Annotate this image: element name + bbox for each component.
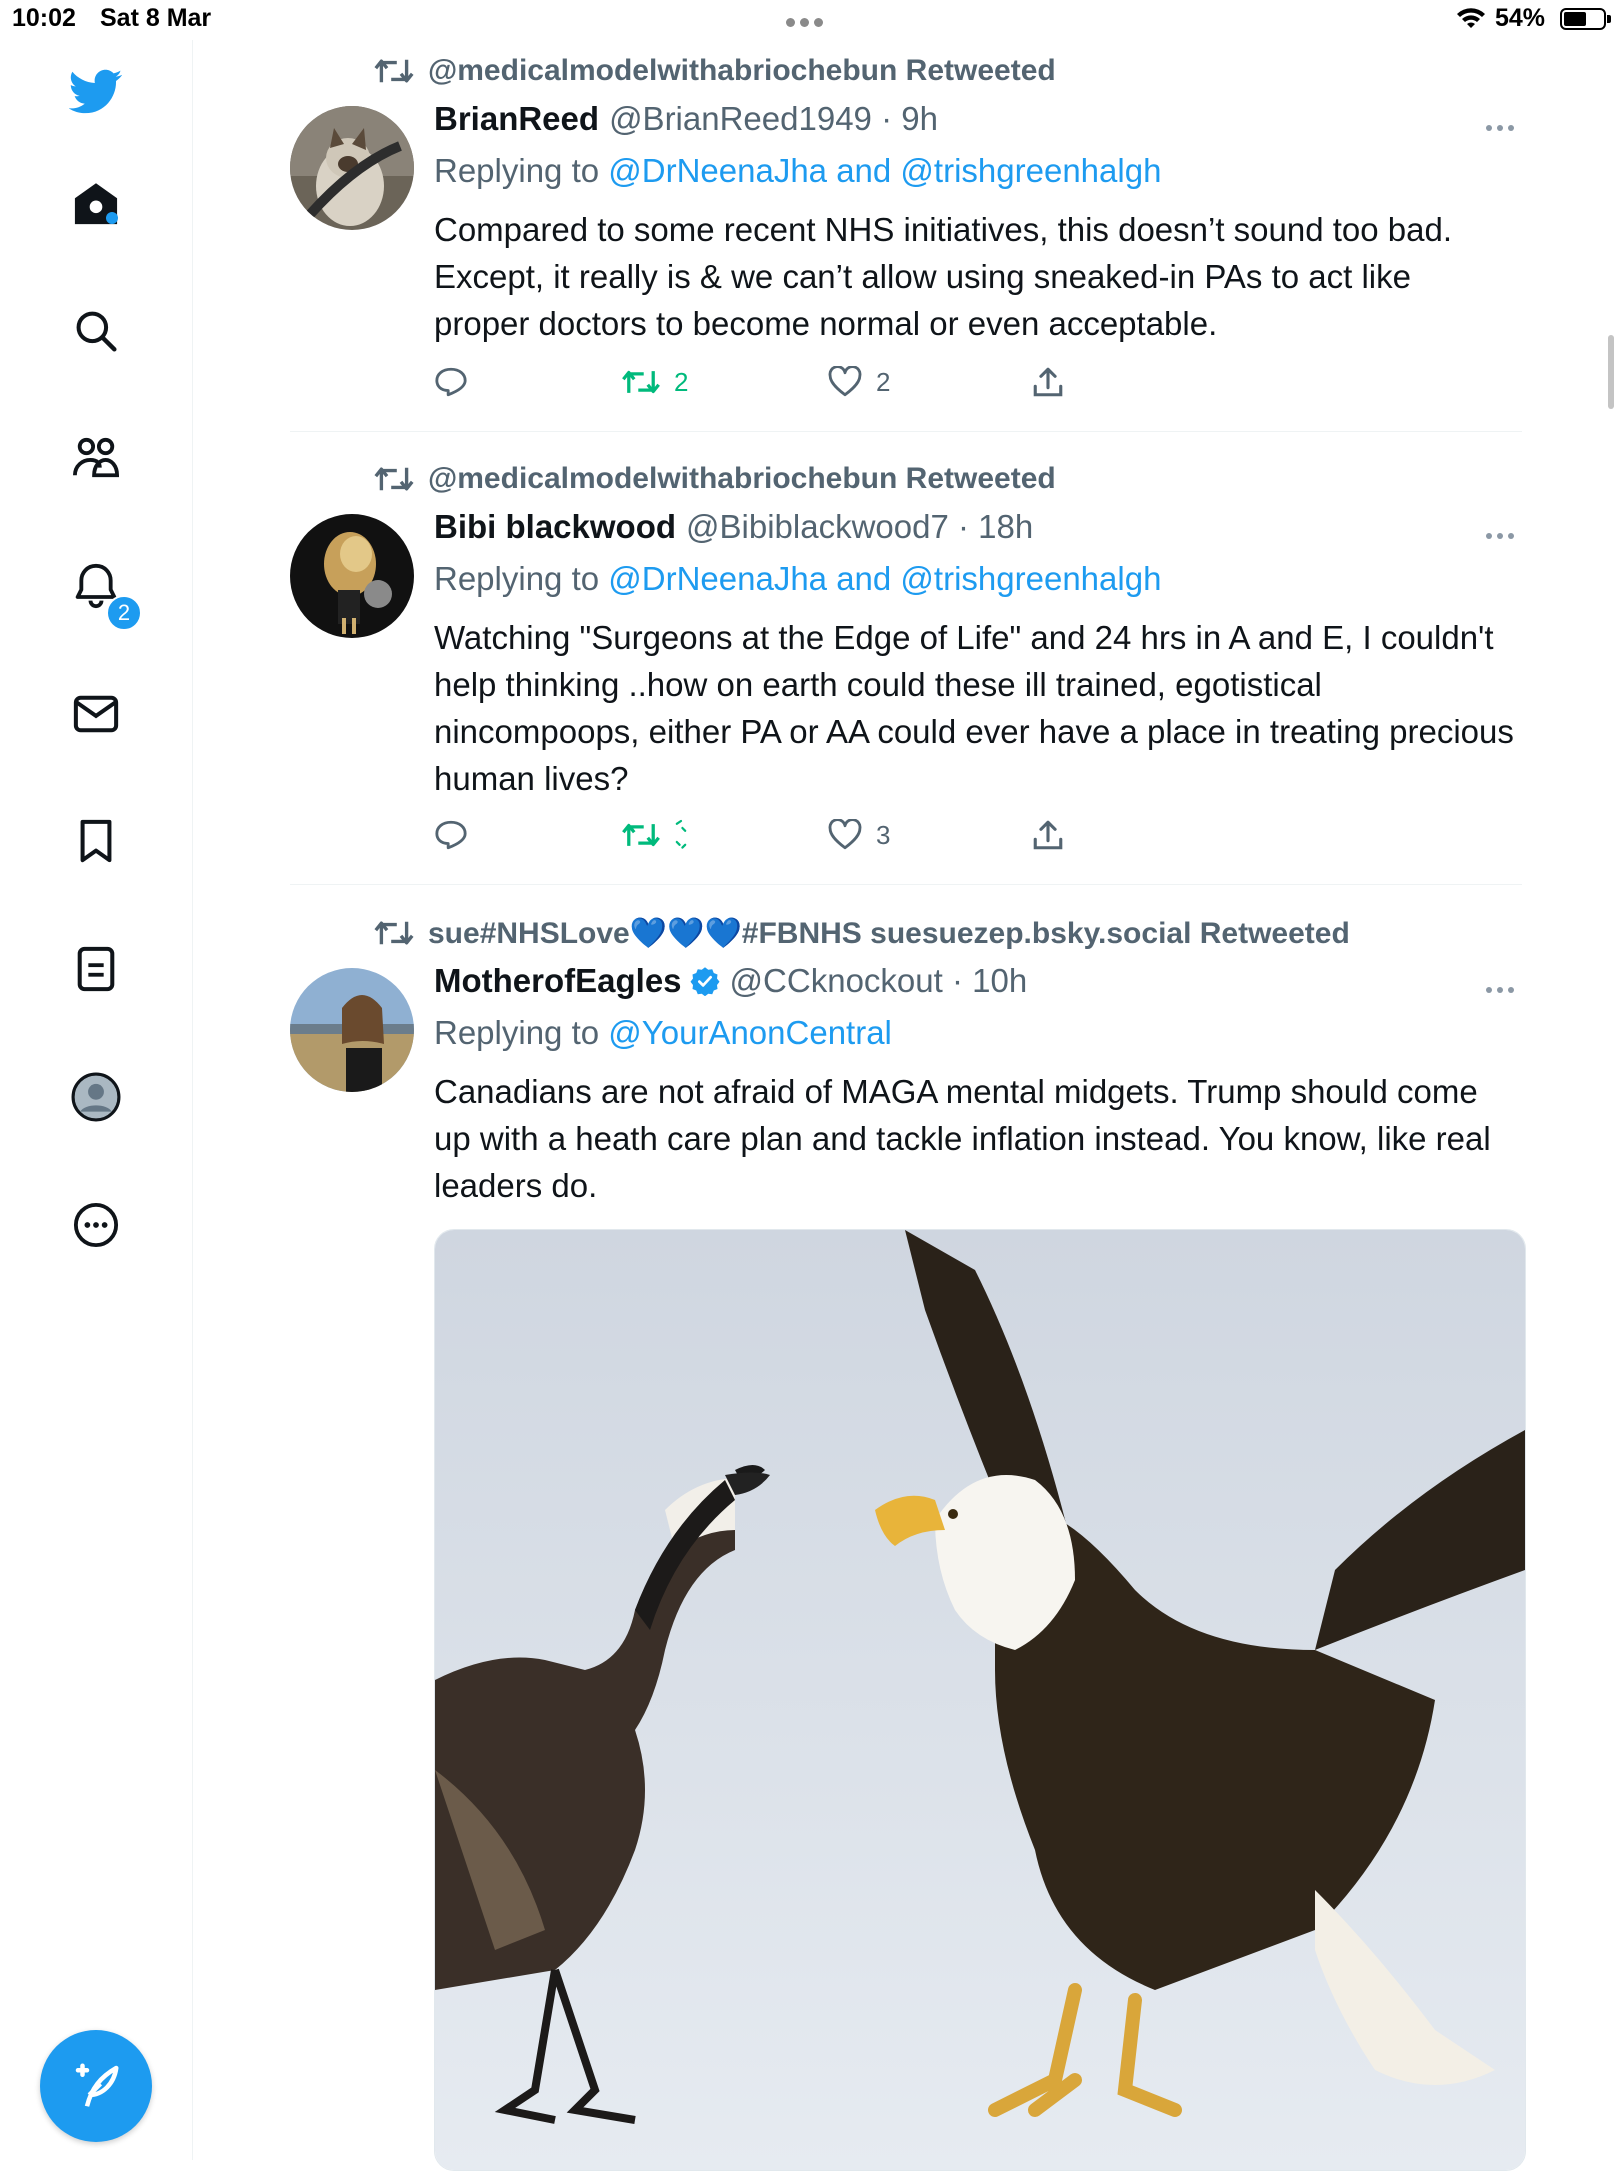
like-count: 2 xyxy=(876,366,891,397)
status-time: 10:02 xyxy=(12,4,76,32)
tweet-actions: 3 xyxy=(434,815,1134,855)
home-unread-dot xyxy=(106,212,118,224)
retweeted-by-label[interactable]: @medicalmodelwithabriochebun Retweeted xyxy=(428,462,1056,496)
twitter-logo-icon[interactable] xyxy=(66,62,126,122)
replying-to-link[interactable]: @YourAnonCentral xyxy=(608,1014,892,1051)
replying-to-link[interactable]: @DrNeenaJha and @trishgreenhalgh xyxy=(608,560,1161,597)
retweet-icon xyxy=(374,59,414,83)
profile-icon[interactable] xyxy=(66,1067,126,1127)
share-button[interactable] xyxy=(1032,815,1064,855)
tweet-text: Watching "Surgeons at the Edge of Life" … xyxy=(434,619,1514,797)
retweeted-by-label[interactable]: sue#NHSLove💙💙💙#FBNHS suesuezep.bsky.soci… xyxy=(428,916,1350,951)
display-name[interactable]: Bibi blackwood xyxy=(434,508,676,546)
scrollbar[interactable] xyxy=(1608,335,1614,409)
replying-to-prefix: Replying to xyxy=(434,1014,609,1051)
communities-icon[interactable] xyxy=(66,428,126,488)
retweet-icon xyxy=(622,370,660,394)
goose-eagle-photo xyxy=(435,1230,1525,2170)
share-button[interactable] xyxy=(1032,362,1064,402)
reply-button[interactable] xyxy=(434,815,468,855)
wifi-icon xyxy=(1457,8,1485,28)
retweet-button[interactable] xyxy=(622,815,702,855)
status-date: Sat 8 Mar xyxy=(100,4,212,32)
tweet-text: Canadians are not afraid of MAGA mental … xyxy=(434,1073,1491,1204)
tweet-actions: 2 2 xyxy=(434,362,1134,402)
status-bar: 10:02 Sat 8 Mar 54% xyxy=(0,0,1620,40)
replying-to: Replying to @DrNeenaJha and @trishgreenh… xyxy=(434,152,1161,190)
bookmarks-icon[interactable] xyxy=(66,811,126,871)
search-icon[interactable] xyxy=(66,301,126,361)
replying-to-prefix: Replying to xyxy=(434,152,609,189)
avatar[interactable] xyxy=(290,514,414,638)
retweet-icon xyxy=(374,921,414,945)
messages-icon[interactable] xyxy=(66,684,126,744)
handle-time[interactable]: @CCknockout · 10h xyxy=(730,962,1028,1000)
like-button[interactable]: 2 xyxy=(828,362,890,402)
battery-percent: 54% xyxy=(1495,4,1546,32)
verified-badge-icon xyxy=(690,967,720,996)
share-icon xyxy=(1033,820,1063,850)
retweet-count: 2 xyxy=(674,366,689,397)
tweet-header: MotherofEagles @CCknockout · 10h xyxy=(434,962,1027,1000)
reply-icon xyxy=(435,367,467,397)
home-icon[interactable] xyxy=(66,173,126,233)
tweet-divider xyxy=(290,884,1522,885)
replying-to: Replying to @YourAnonCentral xyxy=(434,1014,892,1052)
replying-to-link[interactable]: @DrNeenaJha and @trishgreenhalgh xyxy=(608,152,1161,189)
retweet-icon xyxy=(622,823,660,847)
avatar[interactable] xyxy=(290,968,414,1092)
tweet-more-button[interactable] xyxy=(1486,118,1522,131)
retweeted-by-label[interactable]: @medicalmodelwithabriochebun Retweeted xyxy=(428,54,1056,88)
battery-icon xyxy=(1560,8,1611,30)
tweet-text: Compared to some recent NHS initiatives,… xyxy=(434,211,1453,342)
display-name[interactable]: MotherofEagles xyxy=(434,962,682,1000)
notification-badge: 2 xyxy=(106,595,142,631)
lists-icon[interactable] xyxy=(66,939,126,999)
tweet-more-button[interactable] xyxy=(1486,526,1522,539)
retweet-button[interactable]: 2 xyxy=(622,362,688,402)
tweet-media-image[interactable] xyxy=(434,1229,1526,2171)
handle-time[interactable]: @Bibiblackwood7 · 18h xyxy=(686,508,1033,546)
more-icon[interactable] xyxy=(66,1195,126,1255)
retweet-icon xyxy=(374,467,414,491)
heart-icon xyxy=(828,819,862,850)
tweet-header: Bibi blackwood @Bibiblackwood7 · 18h xyxy=(434,508,1033,546)
tweet-divider xyxy=(290,431,1522,432)
retweet-context: sue#NHSLove💙💙💙#FBNHS suesuezep.bsky.soci… xyxy=(374,916,1350,950)
replying-to: Replying to @DrNeenaJha and @trishgreenh… xyxy=(434,560,1161,598)
reply-icon xyxy=(435,820,467,850)
multitasking-dots-icon[interactable] xyxy=(786,14,836,27)
retweet-context: @medicalmodelwithabriochebun Retweeted xyxy=(374,54,1056,88)
display-name[interactable]: BrianReed xyxy=(434,100,599,138)
retweet-context: @medicalmodelwithabriochebun Retweeted xyxy=(374,462,1056,496)
share-icon xyxy=(1033,367,1063,397)
avatar[interactable] xyxy=(290,106,414,230)
sidebar: 2 xyxy=(0,40,193,2160)
compose-tweet-button[interactable] xyxy=(40,2030,152,2142)
retweet-count-animating-icon xyxy=(675,819,687,849)
tweet-header: BrianReed @BrianReed1949 · 9h xyxy=(434,100,938,138)
heart-icon xyxy=(828,366,862,397)
replying-to-prefix: Replying to xyxy=(434,560,609,597)
like-count: 3 xyxy=(876,819,891,850)
tweet-more-button[interactable] xyxy=(1486,980,1522,993)
like-button[interactable]: 3 xyxy=(828,815,890,855)
compose-feather-icon xyxy=(75,2063,119,2107)
handle-time[interactable]: @BrianReed1949 · 9h xyxy=(609,100,938,138)
reply-button[interactable] xyxy=(434,362,468,402)
